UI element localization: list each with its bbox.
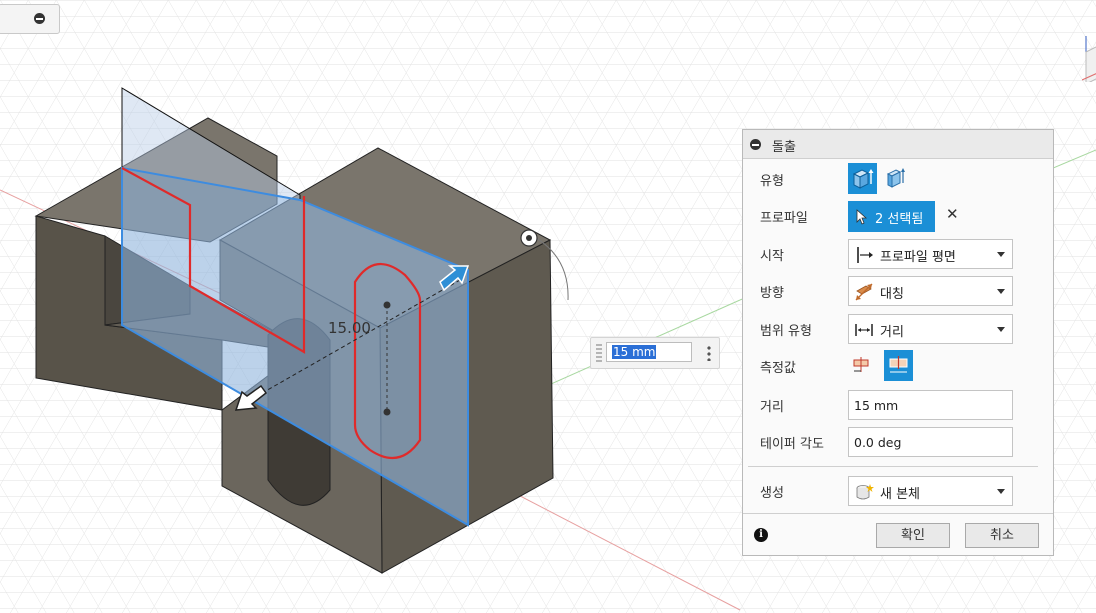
- direction-label: 방향: [760, 286, 784, 301]
- row-operation: 생성 새 본체: [743, 474, 1053, 508]
- profile-label: 프로파일: [760, 211, 808, 226]
- start-dropdown[interactable]: 프로파일 평면: [848, 239, 1013, 269]
- cursor-arrow-icon: [856, 209, 868, 225]
- taper-angle-label: 테이퍼 각도: [760, 437, 824, 452]
- distance-label: 거리: [760, 400, 784, 415]
- extent-type-label: 범위 유형: [760, 324, 812, 339]
- new-body-icon: [856, 484, 874, 500]
- distance-icon: [855, 324, 873, 336]
- dimension-label: 15.00: [328, 319, 371, 337]
- measure-one-side-icon: [853, 357, 869, 372]
- distance-floating-input[interactable]: 15 mm: [590, 337, 720, 369]
- type-label: 유형: [760, 174, 784, 189]
- dialog-header[interactable]: 돌출: [743, 130, 1053, 159]
- measure-symmetric-button[interactable]: [884, 350, 913, 381]
- chevron-down-icon: [997, 252, 1005, 257]
- row-profile: 프로파일 2 선택됨 ✕: [743, 199, 1053, 233]
- extent-type-dropdown[interactable]: 거리: [848, 314, 1013, 344]
- profile-selection-count: 2 선택됨: [875, 212, 924, 227]
- row-taper-angle: 테이퍼 각도 0.0 deg: [743, 425, 1053, 459]
- grip-icon[interactable]: [596, 344, 602, 362]
- viewcube[interactable]: Z: [1076, 26, 1096, 85]
- type-solid-button[interactable]: [848, 163, 877, 194]
- extrude-dialog: 돌출 유형 프로파일 2 선택됨 ✕ 시작 프로파일 평면 방향 대칭 범위 유…: [742, 129, 1054, 556]
- taper-angle-input[interactable]: 0.0 deg: [848, 427, 1013, 457]
- chevron-down-icon: [997, 289, 1005, 294]
- more-vertical-icon[interactable]: [707, 345, 711, 361]
- chevron-down-icon: [997, 327, 1005, 332]
- operation-dropdown[interactable]: 새 본체: [848, 476, 1013, 506]
- row-extent-type: 범위 유형 거리: [743, 312, 1053, 346]
- thin-extrude-icon: [886, 168, 905, 188]
- direction-value: 대칭: [880, 287, 904, 302]
- start-label: 시작: [760, 249, 784, 264]
- taper-angle-handle[interactable]: [520, 229, 538, 247]
- clear-selection-icon[interactable]: ✕: [946, 205, 959, 223]
- operation-label: 생성: [760, 486, 784, 501]
- cancel-button[interactable]: 취소: [965, 523, 1039, 548]
- profile-plane-icon: [857, 247, 873, 263]
- row-measurement: 측정값: [743, 349, 1053, 383]
- chevron-down-icon: [997, 489, 1005, 494]
- measurement-label: 측정값: [760, 361, 796, 376]
- dialog-footer: i 확인 취소: [743, 513, 1053, 555]
- row-distance: 거리 15 mm: [743, 388, 1053, 422]
- solid-extrude-icon: [852, 169, 874, 189]
- row-direction: 방향 대칭: [743, 274, 1053, 308]
- start-value: 프로파일 평면: [880, 250, 956, 265]
- collapse-icon[interactable]: [750, 139, 761, 150]
- row-start: 시작 프로파일 평면: [743, 237, 1053, 271]
- profile-selection-button[interactable]: 2 선택됨: [848, 201, 935, 232]
- info-icon[interactable]: i: [754, 528, 768, 542]
- type-thin-button[interactable]: [880, 163, 909, 194]
- browser-panel-chip[interactable]: [0, 4, 60, 34]
- symmetric-icon: [855, 283, 873, 301]
- row-type: 유형: [743, 162, 1053, 196]
- distance-input[interactable]: 15 mm: [848, 390, 1013, 420]
- collapse-icon[interactable]: [34, 13, 45, 24]
- distance-floating-field[interactable]: 15 mm: [606, 342, 692, 362]
- dialog-title: 돌출: [772, 140, 796, 155]
- direction-dropdown[interactable]: 대칭: [848, 276, 1013, 306]
- extent-type-value: 거리: [880, 325, 904, 340]
- measure-one-side-button[interactable]: [848, 350, 877, 381]
- operation-value: 새 본체: [880, 487, 921, 502]
- measure-symmetric-icon: [889, 356, 908, 373]
- section-divider: [748, 466, 1038, 467]
- ok-button[interactable]: 확인: [876, 523, 950, 548]
